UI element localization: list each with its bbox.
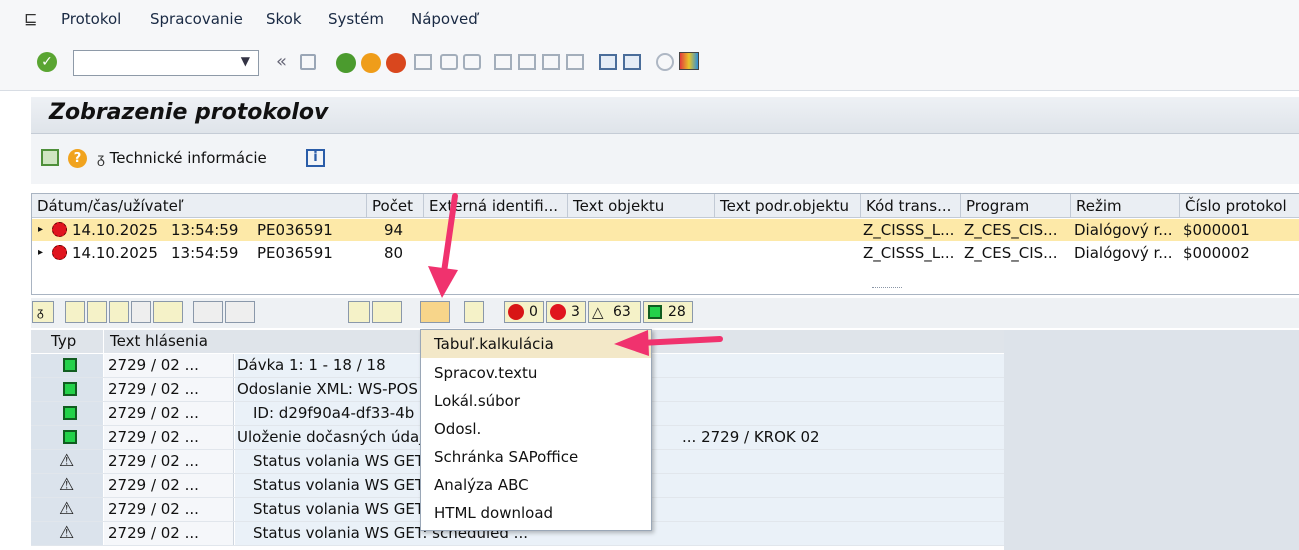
arrow-down-annotation <box>428 193 458 298</box>
annotation-arrows <box>428 193 723 356</box>
arrow-left-annotation <box>614 330 723 356</box>
